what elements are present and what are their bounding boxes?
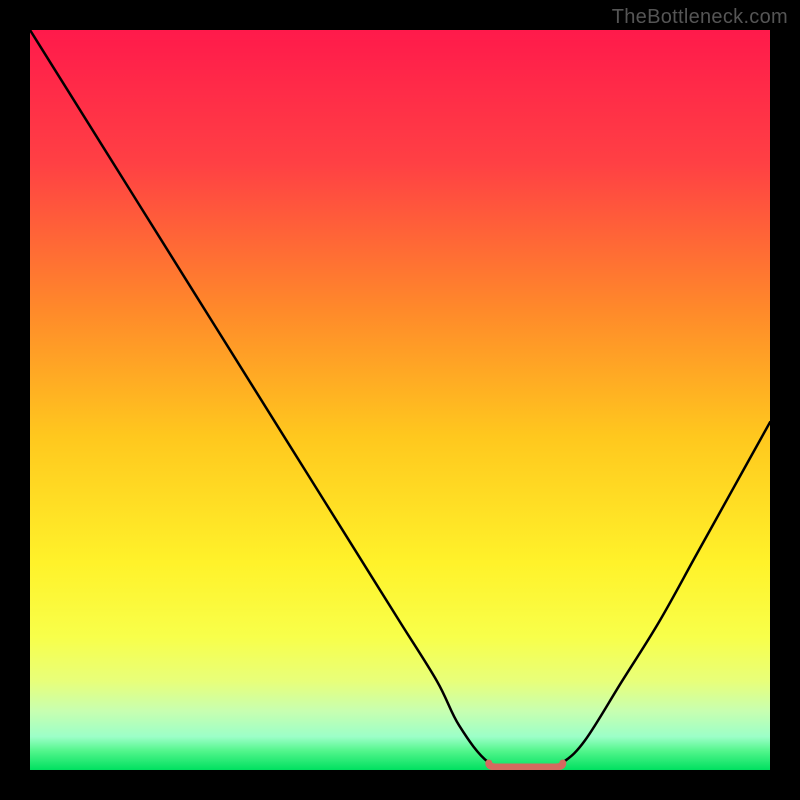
chart-frame: TheBottleneck.com: [0, 0, 800, 800]
optimal-marker: [489, 763, 563, 767]
bottleneck-curve: [30, 30, 770, 770]
watermark-label: TheBottleneck.com: [612, 6, 788, 29]
curve-layer: [30, 30, 770, 770]
plot-area: [30, 30, 770, 770]
